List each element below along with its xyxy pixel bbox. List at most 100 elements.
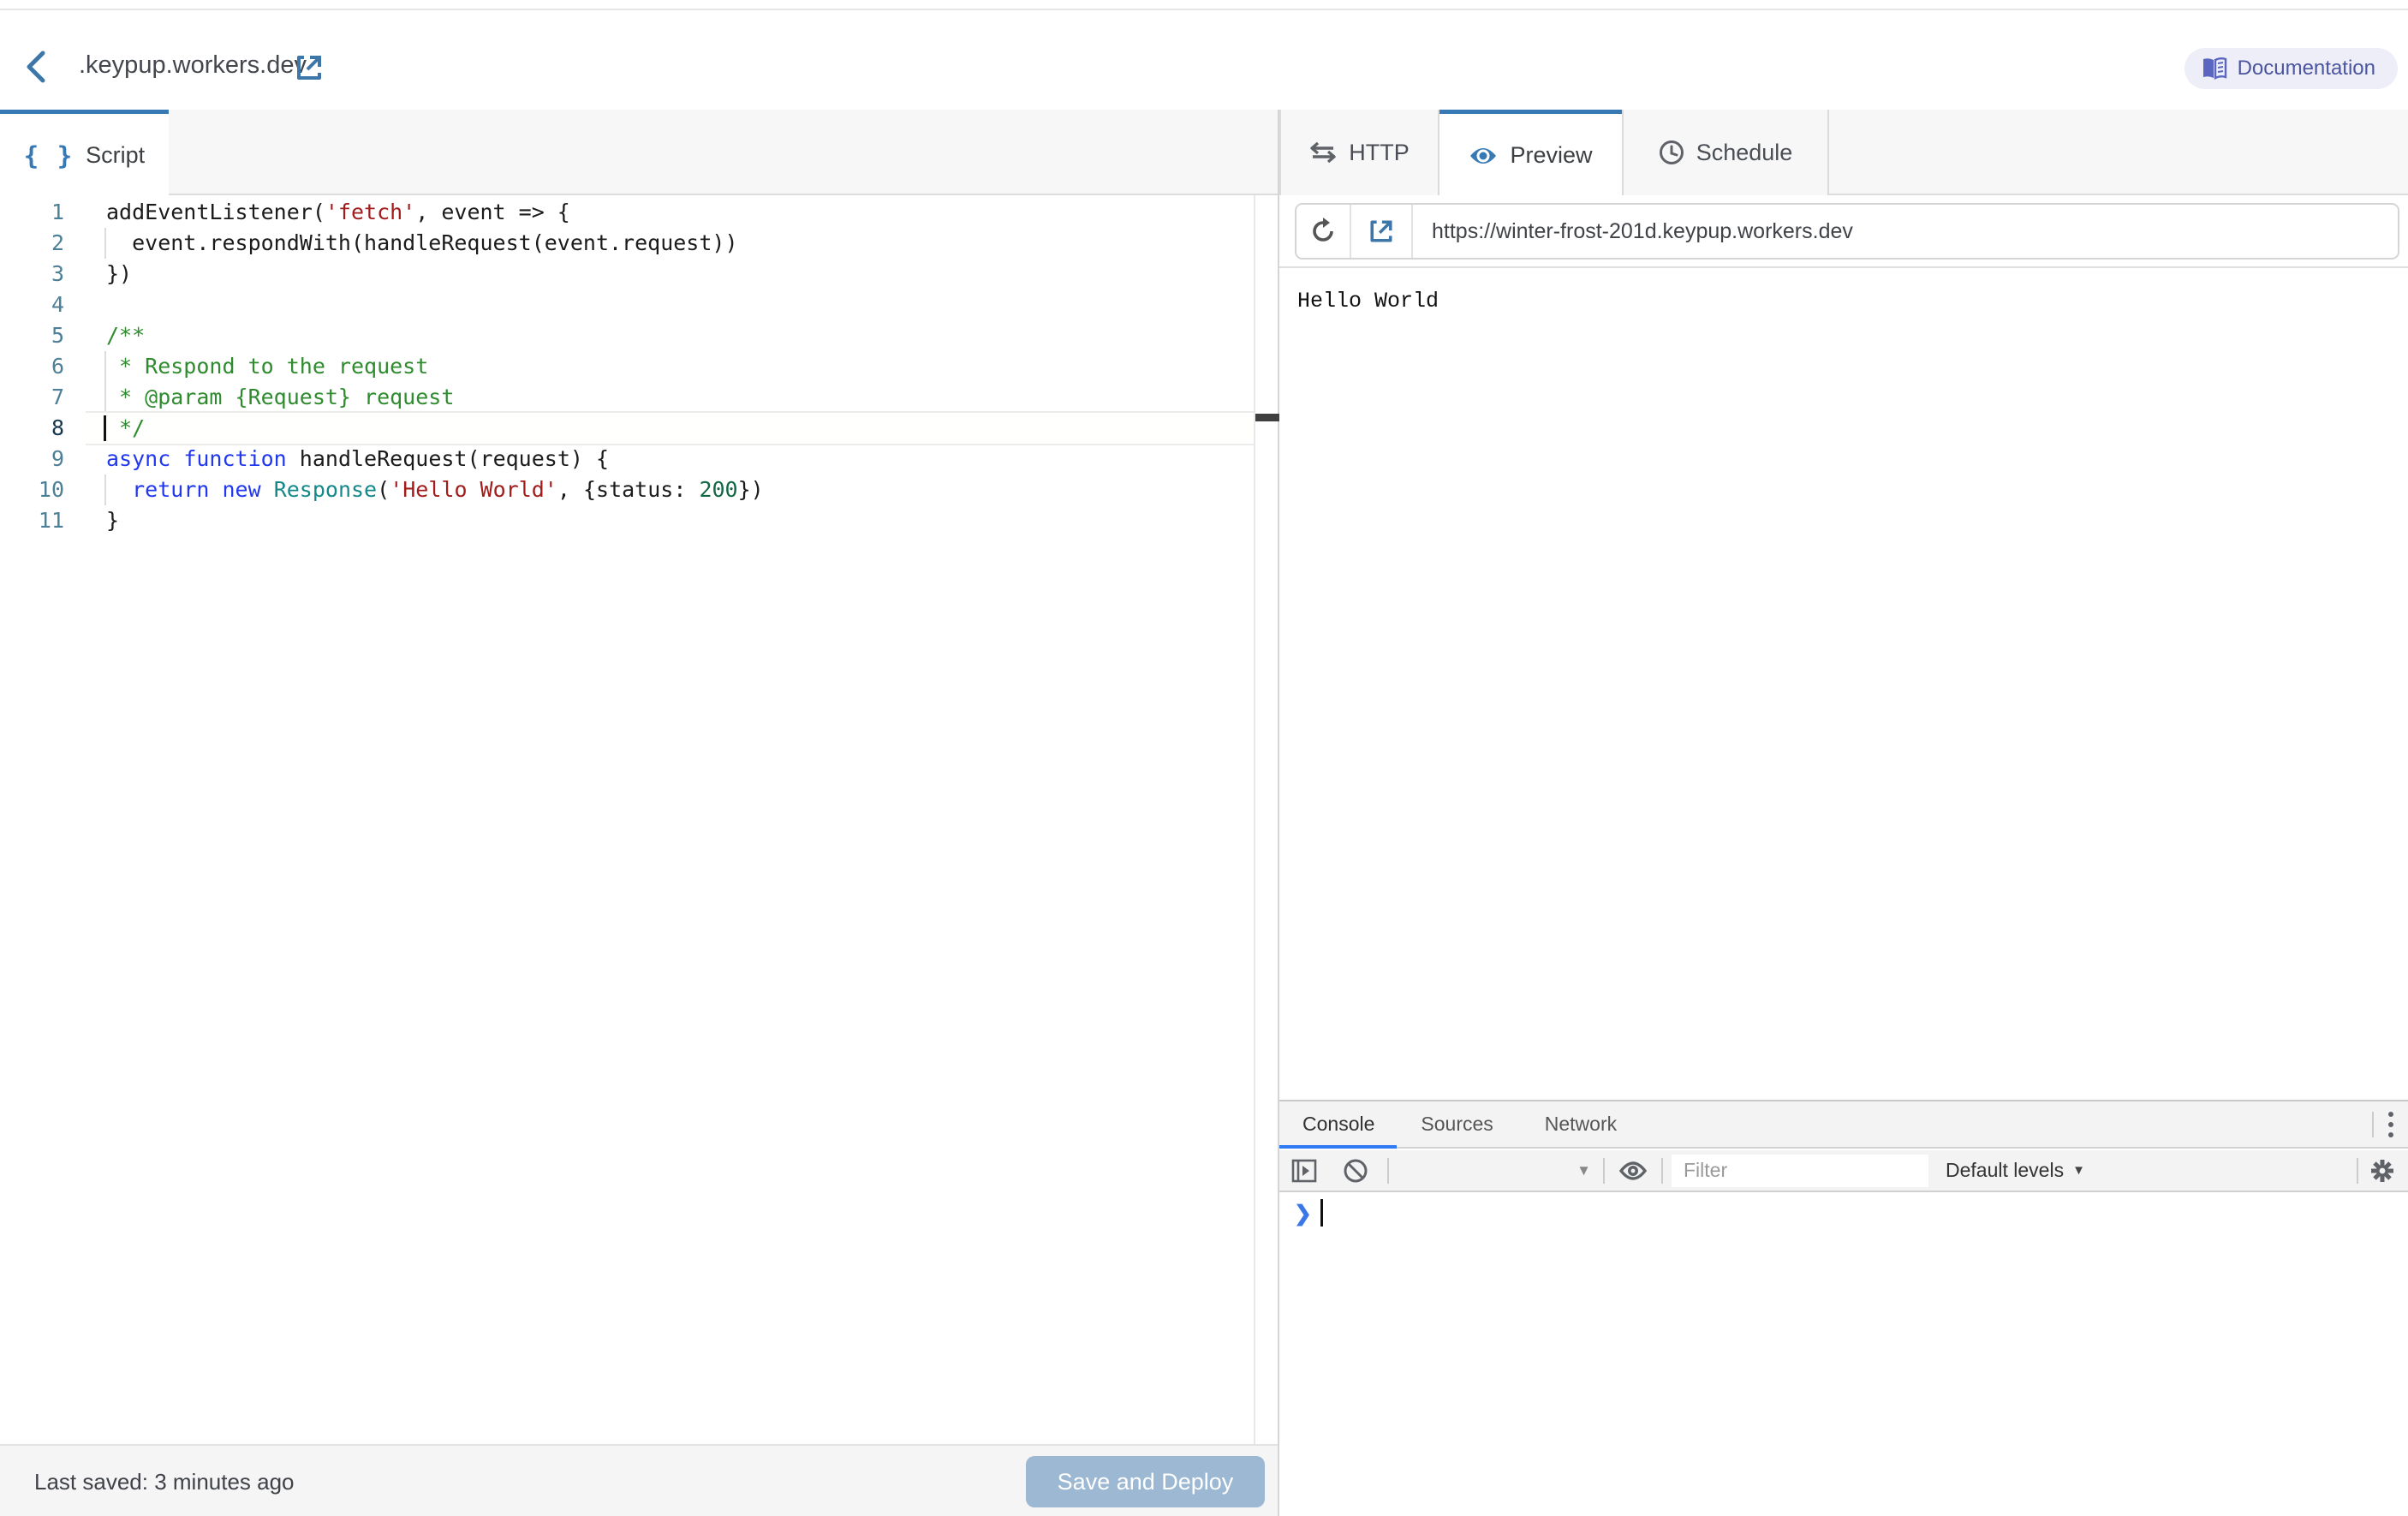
book-icon <box>2202 57 2227 80</box>
live-expression-button[interactable] <box>1618 1160 1648 1182</box>
code-token: 200 <box>699 477 737 502</box>
editor-tab-strip: { } Script <box>0 110 1278 195</box>
code-line[interactable]: 4 <box>0 289 1254 320</box>
code-line-content[interactable]: /** <box>86 320 1254 351</box>
code-line[interactable]: 9async function handleRequest(request) { <box>0 444 1254 474</box>
line-number: 10 <box>0 474 86 505</box>
back-button[interactable] <box>19 48 57 86</box>
tab-http[interactable]: HTTP <box>1279 110 1439 195</box>
devtools-tab-console[interactable]: Console <box>1301 1113 1376 1136</box>
execution-context-selector[interactable]: ▼ <box>1389 1154 1603 1188</box>
devtools-tab-sources[interactable]: Sources <box>1419 1113 1494 1136</box>
refresh-button[interactable] <box>1296 205 1351 258</box>
tab-preview[interactable]: Preview <box>1439 110 1622 197</box>
code-line-content[interactable]: event.respondWith(handleRequest(event.re… <box>86 228 1254 259</box>
console-sidebar-toggle-button[interactable] <box>1291 1159 1317 1183</box>
code-token <box>261 477 274 502</box>
open-preview-link-button[interactable] <box>1351 205 1413 258</box>
log-levels-dropdown[interactable]: Default levels ▼ <box>1946 1159 2085 1182</box>
last-saved-status: Last saved: 3 minutes ago <box>34 1446 295 1516</box>
line-number: 2 <box>0 228 86 259</box>
console-settings-button[interactable] <box>2369 1157 2396 1185</box>
code-line-content[interactable]: */ <box>86 413 1254 444</box>
indent-guide <box>104 228 106 259</box>
editor-footer: Last saved: 3 minutes ago Save and Deplo… <box>0 1444 1278 1516</box>
indent-guide <box>104 351 106 382</box>
tab-script[interactable]: { } Script <box>0 110 169 197</box>
code-braces-icon: { } <box>24 141 74 170</box>
code-token: ( <box>377 477 390 502</box>
preview-url-input[interactable] <box>1413 205 2398 258</box>
code-line-content[interactable]: return new Response('Hello World', {stat… <box>86 474 1254 505</box>
code-line-content[interactable]: * Respond to the request <box>86 351 1254 382</box>
code-token <box>170 446 183 471</box>
code-line[interactable]: 3}) <box>0 259 1254 289</box>
workers-editor-app: .keypup.workers.dev Documentation { } Sc… <box>0 0 2408 1516</box>
code-token <box>209 477 222 502</box>
code-line[interactable]: 8 */ <box>0 413 1254 444</box>
documentation-button[interactable]: Documentation <box>2184 48 2398 89</box>
console-output-area[interactable]: ❯ <box>1279 1194 2408 1516</box>
code-line[interactable]: 6 * Respond to the request <box>0 351 1254 382</box>
code-token <box>106 477 132 502</box>
code-token: , {status: <box>557 477 700 502</box>
gear-icon <box>2369 1157 2396 1185</box>
code-line-content[interactable]: }) <box>86 259 1254 289</box>
console-text-cursor <box>1320 1199 1323 1227</box>
code-line[interactable]: 11} <box>0 505 1254 536</box>
code-line[interactable]: 1addEventListener('fetch', event => { <box>0 197 1254 228</box>
devtools-toolbar: ▼ Default levels ▼ <box>1279 1150 2408 1192</box>
live-expression-eye-icon <box>1618 1160 1648 1182</box>
line-number: 1 <box>0 197 86 228</box>
console-sidebar-icon <box>1291 1159 1317 1183</box>
preview-url-bar <box>1295 203 2399 260</box>
toolbar-separator <box>1661 1158 1663 1184</box>
line-number: 6 <box>0 351 86 382</box>
code-token: }) <box>106 261 132 286</box>
code-token: } <box>106 508 119 533</box>
code-token: event.respondWith(handleRequest(event.re… <box>106 230 738 255</box>
preview-tab-strip: HTTP Preview Schedule <box>1279 110 2408 195</box>
code-token: function <box>183 446 286 471</box>
code-line[interactable]: 7 * @param {Request} request <box>0 382 1254 413</box>
devtools-menu-button[interactable] <box>2374 1112 2408 1137</box>
code-line[interactable]: 2 event.respondWith(handleRequest(event.… <box>0 228 1254 259</box>
editor-scrollbar-marker[interactable] <box>1255 414 1279 421</box>
code-line[interactable]: 5/** <box>0 320 1254 351</box>
tab-schedule[interactable]: Schedule <box>1622 110 1829 195</box>
code-token: new <box>222 477 260 502</box>
code-token: * @param {Request} request <box>106 385 454 409</box>
devtools-tab-network[interactable]: Network <box>1543 1113 1618 1136</box>
editor-scrollbar[interactable] <box>1254 195 1278 1444</box>
code-line[interactable]: 10 return new Response('Hello World', {s… <box>0 474 1254 505</box>
tab-schedule-label: Schedule <box>1696 140 1793 166</box>
code-token: 'Hello World' <box>390 477 557 502</box>
code-token: Response <box>274 477 377 502</box>
code-token: }) <box>738 477 764 502</box>
code-line-content[interactable]: * @param {Request} request <box>86 382 1254 413</box>
code-line-content[interactable]: addEventListener('fetch', event => { <box>86 197 1254 228</box>
code-token: async <box>106 446 170 471</box>
toolbar-separator <box>1603 1158 1605 1184</box>
code-line-content[interactable]: } <box>86 505 1254 536</box>
devtools-active-tab-underline <box>1279 1145 1397 1149</box>
editor-text-cursor <box>104 415 106 441</box>
code-editor[interactable]: 1addEventListener('fetch', event => {2 e… <box>0 195 1254 1444</box>
save-and-deploy-button[interactable]: Save and Deploy <box>1026 1456 1265 1507</box>
documentation-label: Documentation <box>2238 57 2375 81</box>
code-token: handleRequest(request) { <box>287 446 609 471</box>
code-line-content[interactable] <box>86 289 1254 320</box>
http-exchange-icon <box>1309 141 1337 164</box>
line-number: 9 <box>0 444 86 474</box>
dropdown-arrow-icon: ▼ <box>1577 1162 1591 1179</box>
toolbar-separator <box>2357 1158 2358 1184</box>
line-number: 7 <box>0 382 86 413</box>
clear-console-button[interactable] <box>1343 1158 1368 1184</box>
dropdown-arrow-icon: ▼ <box>2072 1163 2085 1178</box>
indent-guide <box>104 382 106 413</box>
code-token: , event => { <box>415 200 570 224</box>
code-line-content[interactable]: async function handleRequest(request) { <box>86 444 1254 474</box>
open-worker-link-button[interactable] <box>293 51 325 84</box>
clock-icon <box>1659 140 1684 165</box>
console-filter-input[interactable] <box>1672 1155 1928 1187</box>
